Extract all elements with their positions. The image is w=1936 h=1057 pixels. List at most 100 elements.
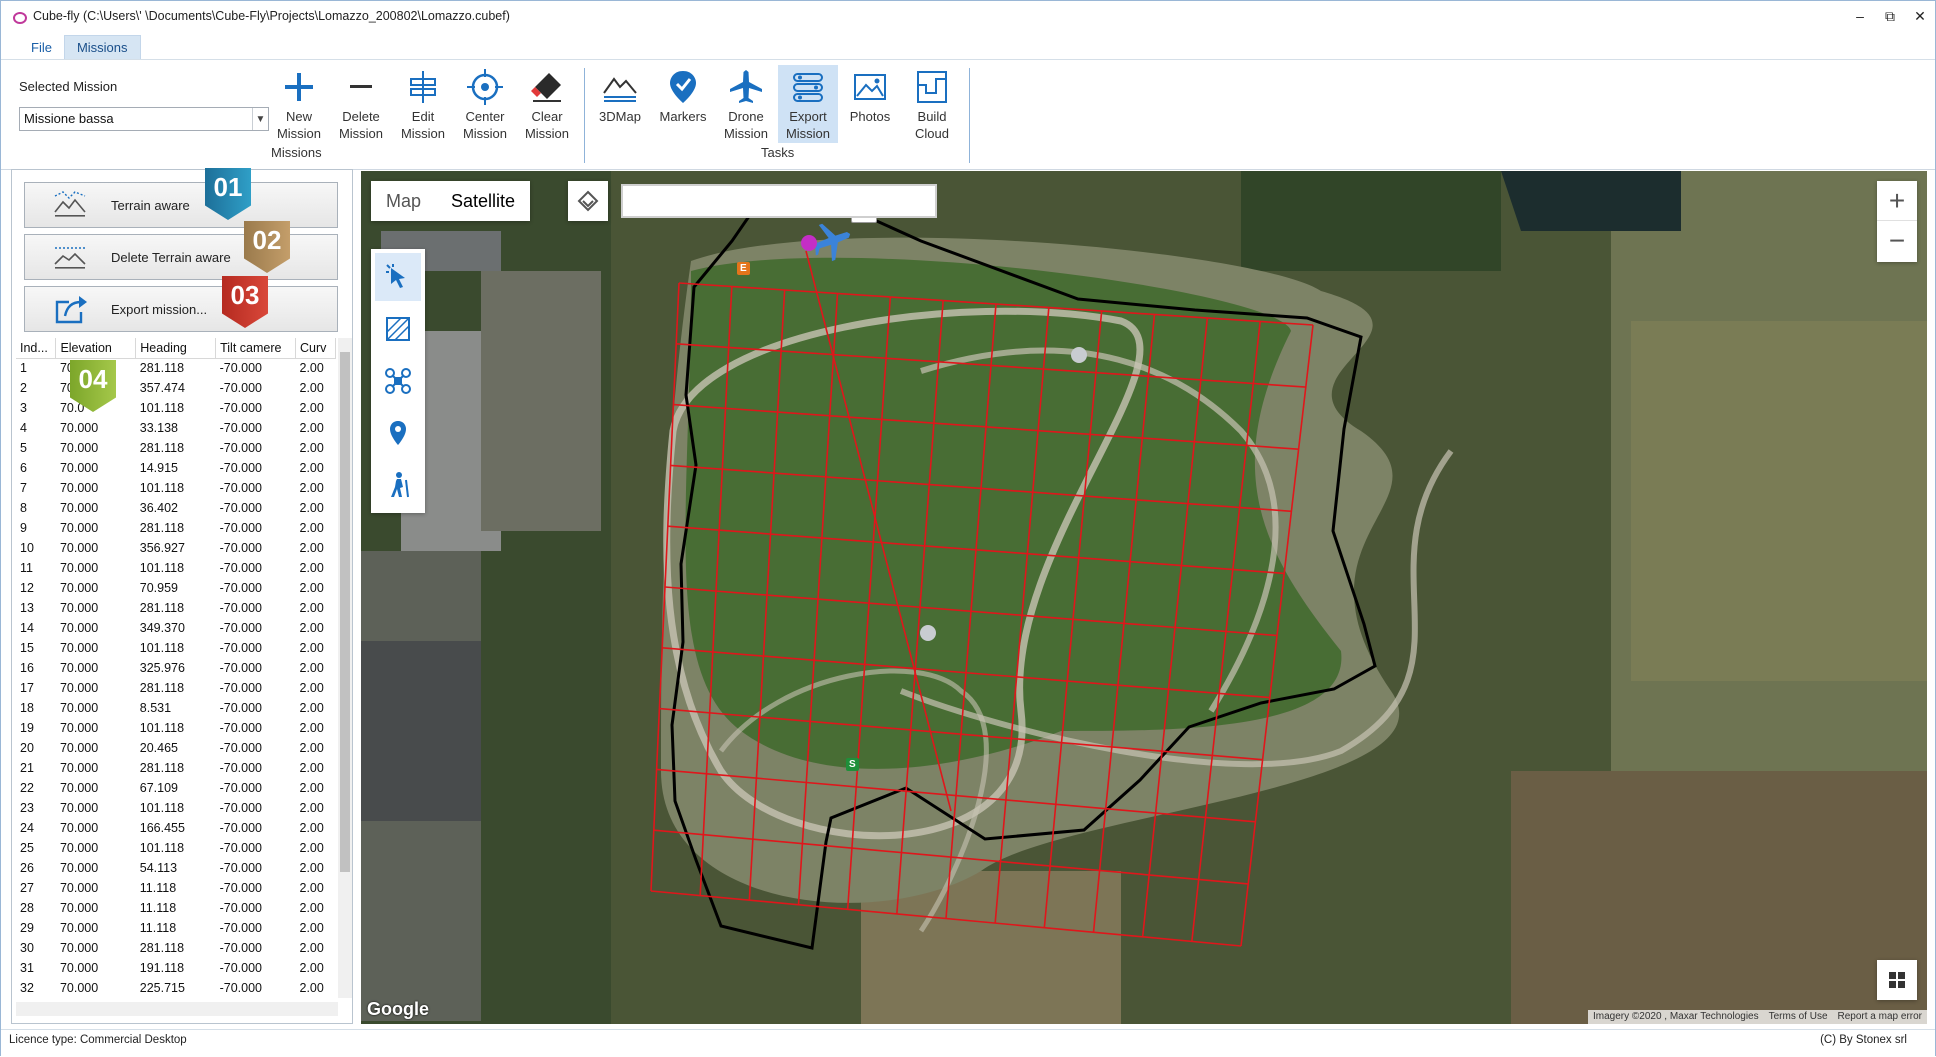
map-grid-button[interactable] bbox=[1877, 960, 1917, 1000]
table-row[interactable]: 15 70.000 101.118 -70.000 2.00 bbox=[16, 638, 336, 658]
column-header-elevation[interactable]: Elevation bbox=[55, 338, 137, 359]
map-type-map[interactable]: Map bbox=[371, 181, 436, 221]
table-cell: 2.00 bbox=[299, 801, 324, 815]
column-header-index[interactable]: Ind... bbox=[16, 338, 57, 359]
table-cell: 70.000 bbox=[59, 621, 99, 635]
3dmap-button[interactable]: 3DMap bbox=[591, 65, 649, 143]
map-search-input[interactable] bbox=[621, 184, 937, 218]
build-cloud-button[interactable]: Build Cloud bbox=[903, 65, 961, 143]
table-row[interactable]: 12 70.000 70.959 -70.000 2.00 bbox=[16, 578, 336, 598]
minimize-button[interactable]: – bbox=[1845, 1, 1875, 31]
zoom-out-button[interactable]: − bbox=[1877, 221, 1917, 261]
export-mission-panel-button[interactable]: Export mission... bbox=[24, 286, 338, 332]
table-row[interactable]: 26 70.000 54.113 -70.000 2.00 bbox=[16, 858, 336, 878]
table-row[interactable]: 10 70.000 356.927 -70.000 2.00 bbox=[16, 538, 336, 558]
table-cell: 36.402 bbox=[139, 501, 179, 515]
table-row[interactable]: 30 70.000 281.118 -70.000 2.00 bbox=[16, 938, 336, 958]
column-header-tilt[interactable]: Tilt camere bbox=[215, 338, 296, 359]
table-row[interactable]: 2 70 357.474 -70.000 2.00 bbox=[16, 378, 336, 398]
table-cell: 2.00 bbox=[299, 741, 324, 755]
flight-line bbox=[650, 890, 1242, 947]
table-row[interactable]: 25 70.000 101.118 -70.000 2.00 bbox=[16, 838, 336, 858]
close-button[interactable]: ✕ bbox=[1905, 1, 1935, 31]
menu-missions[interactable]: Missions bbox=[63, 35, 141, 59]
start-point-marker[interactable]: S bbox=[846, 758, 859, 771]
app-icon bbox=[11, 8, 27, 24]
selected-mission-select[interactable]: Missione bassa ▼ bbox=[19, 107, 269, 131]
mountain-icon bbox=[603, 77, 637, 102]
clear-mission-button[interactable]: Clear Mission bbox=[518, 65, 576, 143]
table-row[interactable]: 31 70.000 191.118 -70.000 2.00 bbox=[16, 958, 336, 978]
delete-terrain-aware-button[interactable]: Delete Terrain aware bbox=[24, 234, 338, 280]
table-cell: 357.474 bbox=[139, 381, 185, 395]
table-row[interactable]: 16 70.000 325.976 -70.000 2.00 bbox=[16, 658, 336, 678]
edit-mission-button[interactable]: Edit Mission bbox=[394, 65, 452, 143]
table-row[interactable]: 13 70.000 281.118 -70.000 2.00 bbox=[16, 598, 336, 618]
drone-tool-button[interactable] bbox=[375, 357, 421, 405]
marker-tool-button[interactable] bbox=[375, 409, 421, 457]
table-row[interactable]: 21 70.000 281.118 -70.000 2.00 bbox=[16, 758, 336, 778]
table-cell: 6 bbox=[20, 461, 27, 475]
tasks-group-label: Tasks bbox=[761, 145, 795, 160]
table-row[interactable]: 9 70.000 281.118 -70.000 2.00 bbox=[16, 518, 336, 538]
table-cell: 24 bbox=[20, 821, 34, 835]
table-cell: 21 bbox=[20, 761, 34, 775]
select-tool-button[interactable] bbox=[375, 253, 421, 301]
markers-button[interactable]: Markers bbox=[654, 65, 712, 143]
end-point-marker[interactable]: E bbox=[737, 262, 750, 275]
photos-button[interactable]: Photos bbox=[841, 65, 899, 143]
table-row[interactable]: 8 70.000 36.402 -70.000 2.00 bbox=[16, 498, 336, 518]
table-row[interactable]: 22 70.000 67.109 -70.000 2.00 bbox=[16, 778, 336, 798]
table-cell: 281.118 bbox=[139, 761, 185, 775]
column-header-curve[interactable]: Curv bbox=[295, 338, 336, 359]
table-horizontal-scrollbar[interactable] bbox=[16, 1002, 338, 1016]
table-row[interactable]: 28 70.000 11.118 -70.000 2.00 bbox=[16, 898, 336, 918]
table-row[interactable]: 4 70.000 33.138 -70.000 2.00 bbox=[16, 418, 336, 438]
table-row[interactable]: 14 70.000 349.370 -70.000 2.00 bbox=[16, 618, 336, 638]
chevron-down-icon[interactable]: ▼ bbox=[252, 108, 268, 130]
area-tool-button[interactable] bbox=[375, 305, 421, 353]
table-row[interactable]: 6 70.000 14.915 -70.000 2.00 bbox=[16, 458, 336, 478]
table-cell: -70.000 bbox=[219, 741, 262, 755]
hiker-tool-button[interactable] bbox=[375, 461, 421, 509]
report-map-error-link[interactable]: Report a map error bbox=[1833, 1010, 1927, 1024]
table-cell: 12 bbox=[20, 581, 34, 595]
table-vertical-scrollbar[interactable] bbox=[338, 338, 352, 998]
table-row[interactable]: 24 70.000 166.455 -70.000 2.00 bbox=[16, 818, 336, 838]
terms-of-use-link[interactable]: Terms of Use bbox=[1764, 1010, 1833, 1024]
table-row[interactable]: 18 70.000 8.531 -70.000 2.00 bbox=[16, 698, 336, 718]
center-mission-button[interactable]: Center Mission bbox=[456, 65, 514, 143]
export-icon bbox=[55, 296, 87, 324]
table-row[interactable]: 19 70.000 101.118 -70.000 2.00 bbox=[16, 718, 336, 738]
table-cell: -70.000 bbox=[219, 961, 262, 975]
table-row[interactable]: 23 70.000 101.118 -70.000 2.00 bbox=[16, 798, 336, 818]
drone-mission-button[interactable]: Drone Mission bbox=[717, 65, 775, 143]
missions-group-label: Missions bbox=[271, 145, 322, 160]
column-header-heading[interactable]: Heading bbox=[135, 338, 217, 359]
table-row[interactable]: 7 70.000 101.118 -70.000 2.00 bbox=[16, 478, 336, 498]
layers-button[interactable] bbox=[568, 181, 608, 221]
table-row[interactable]: 20 70.000 20.465 -70.000 2.00 bbox=[16, 738, 336, 758]
table-row[interactable]: 29 70.000 11.118 -70.000 2.00 bbox=[16, 918, 336, 938]
restore-button[interactable]: ⧉ bbox=[1875, 1, 1905, 31]
table-cell: 70.000 bbox=[59, 981, 99, 995]
table-row[interactable]: 1 70 281.118 -70.000 2.00 bbox=[16, 358, 336, 378]
map-type-satellite[interactable]: Satellite bbox=[436, 181, 530, 221]
export-mission-button[interactable]: Export Mission bbox=[778, 65, 838, 143]
table-row[interactable]: 3 70.0 101.118 -70.000 2.00 bbox=[16, 398, 336, 418]
map-view[interactable]: E S -70° Map Satellite bbox=[361, 171, 1927, 1024]
flight-path[interactable] bbox=[650, 250, 1314, 947]
table-row[interactable]: 5 70.000 281.118 -70.000 2.00 bbox=[16, 438, 336, 458]
delete-mission-button[interactable]: Delete Mission bbox=[332, 65, 390, 143]
terrain-aware-button[interactable]: Terrain aware bbox=[24, 182, 338, 228]
table-row[interactable]: 32 70.000 225.715 -70.000 2.00 bbox=[16, 978, 336, 998]
table-row[interactable]: 11 70.000 101.118 -70.000 2.00 bbox=[16, 558, 336, 578]
table-cell: 14 bbox=[20, 621, 34, 635]
zoom-in-button[interactable]: + bbox=[1877, 181, 1917, 221]
table-row[interactable]: 17 70.000 281.118 -70.000 2.00 bbox=[16, 678, 336, 698]
menu-file[interactable]: File bbox=[19, 35, 64, 59]
new-mission-button[interactable]: New Mission bbox=[270, 65, 328, 143]
location-pin-icon bbox=[390, 421, 406, 445]
scrollbar-thumb[interactable] bbox=[340, 352, 350, 872]
table-row[interactable]: 27 70.000 11.118 -70.000 2.00 bbox=[16, 878, 336, 898]
